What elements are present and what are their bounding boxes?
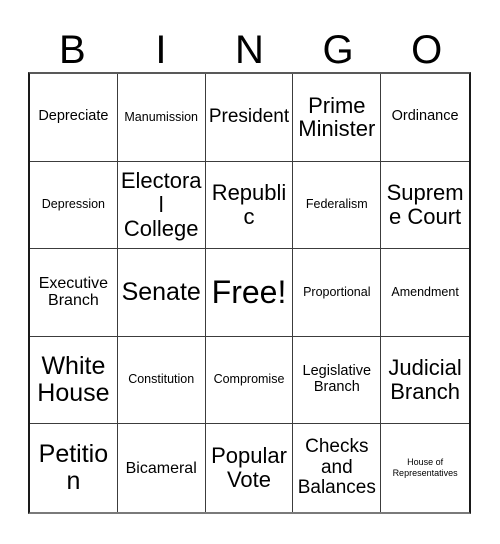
bingo-cell-free-space[interactable]: Free! [205,249,294,337]
bingo-cell-label: Constitution [128,372,195,387]
bingo-grid: Depreciate Manumission President Prime M… [28,72,471,514]
bingo-cell-r5c2[interactable]: Bicameral [117,424,206,512]
bingo-cell-r5c5[interactable]: House of Representatives [381,424,469,512]
bingo-cell-r2c1[interactable]: Depression [30,161,118,250]
bingo-cell-r2c2[interactable]: Electoral College [117,161,206,250]
bingo-header-letters: B I N G O [28,14,471,72]
bingo-cell-label: Executive Branch [38,275,109,310]
bingo-cell-r3c1[interactable]: Executive Branch [30,249,118,337]
bingo-cell-r1c4[interactable]: Prime Minister [293,74,382,162]
bingo-cell-label: House of Representatives [392,457,458,479]
bingo-cell-r5c3[interactable]: Popular Vote [205,424,294,512]
bingo-cell-label: Depression [41,197,106,212]
bingo-cell-r4c5[interactable]: Judicial Branch [381,336,469,425]
bingo-cell-label: Ordinance [391,108,459,125]
bingo-cell-label: Popular Vote [211,443,287,493]
bingo-cell-label: Federalism [305,197,368,212]
header-letter-i: I [155,28,167,72]
bingo-cell-r3c2[interactable]: Senate [117,249,206,337]
bingo-cell-label: Prime Minister [298,92,376,142]
bingo-cell-label: Amendment [391,284,459,299]
bingo-cell-r4c2[interactable]: Constitution [117,336,206,425]
bingo-cell-label: Manumission [124,109,199,124]
header-letter-g: G [322,28,354,72]
bingo-cell-label: Judicial Branch [388,355,462,405]
bingo-cell-label: Checks and Balances [297,436,376,499]
bingo-cell-r4c4[interactable]: Legislative Branch [293,336,382,425]
bingo-cell-label: Proportional [303,284,371,299]
bingo-cell-r2c5[interactable]: Supreme Court [381,161,469,250]
bingo-cell-label: President [208,106,290,128]
bingo-card: B I N G O Depreciate Manumission Preside… [0,0,500,544]
bingo-cell-r1c5[interactable]: Ordinance [381,74,469,162]
bingo-cell-label: Compromise [213,372,285,387]
bingo-cell-r3c4[interactable]: Proportional [293,249,382,337]
bingo-cell-r1c2[interactable]: Manumission [117,74,206,162]
bingo-cell-r1c3[interactable]: President [205,74,294,162]
bingo-cell-r2c4[interactable]: Federalism [293,161,382,250]
header-letter-b: B [58,28,86,72]
bingo-cell-label: Depreciate [38,108,109,125]
bingo-cell-label: Supreme Court [386,180,464,229]
bingo-cell-label: Senate [121,277,201,306]
bingo-cell-label: Republic [211,180,287,229]
bingo-cell-r2c3[interactable]: Republic [205,161,294,250]
header-letter-o: O [411,28,443,72]
bingo-cell-r5c4[interactable]: Checks and Balances [293,424,382,512]
header-letter-n: N [235,28,264,72]
bingo-cell-label: Bicameral [125,459,197,477]
bingo-cell-r1c1[interactable]: Depreciate [30,74,118,162]
bingo-cell-r4c3[interactable]: Compromise [205,336,294,425]
bingo-cell-r5c1[interactable]: Petition [30,424,118,512]
bingo-cell-label: Legislative Branch [302,363,372,396]
bingo-cell-label: Electoral College [120,168,202,241]
bingo-cell-label: Petition [38,440,109,496]
bingo-cell-r3c5[interactable]: Amendment [381,249,469,337]
bingo-cell-label: White House [37,352,110,408]
bingo-cell-r4c1[interactable]: White House [30,336,118,425]
bingo-free-space-label: Free! [211,274,287,311]
